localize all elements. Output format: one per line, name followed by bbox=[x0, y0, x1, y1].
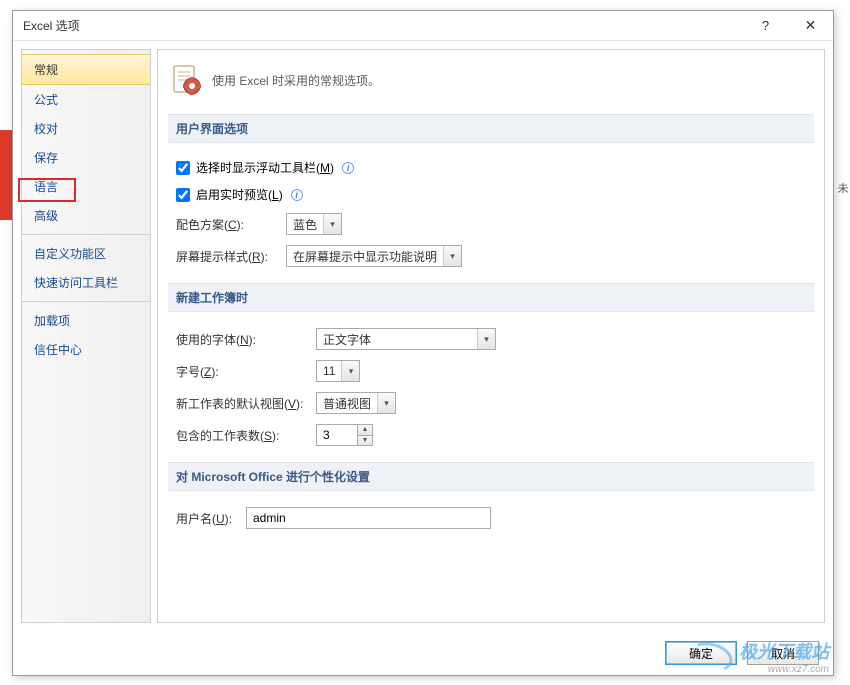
section-new-workbook: 使用的字体(N): 正文字体 ▾ 字号(Z): 11 ▾ 新工作表的默认视图(V… bbox=[168, 320, 814, 454]
color-scheme-row: 配色方案(C): 蓝色 ▾ bbox=[176, 213, 806, 235]
color-scheme-value: 蓝色 bbox=[287, 216, 323, 233]
options-icon bbox=[170, 64, 202, 96]
help-button[interactable]: ? bbox=[743, 11, 788, 41]
font-label: 使用的字体(N): bbox=[176, 331, 306, 348]
close-button[interactable]: ✕ bbox=[788, 11, 833, 41]
default-view-combo[interactable]: 普通视图 ▾ bbox=[316, 392, 396, 414]
dialog-body: 常规 公式 校对 保存 语言 高级 自定义功能区 快速访问工具栏 加载项 信任中… bbox=[13, 41, 833, 631]
chevron-down-icon[interactable]: ▾ bbox=[341, 361, 359, 381]
dialog-footer: 确定 取消 极光下载站 www.xz7.com bbox=[13, 631, 833, 675]
sidebar-item-general[interactable]: 常规 bbox=[22, 54, 150, 85]
font-size-combo[interactable]: 11 ▾ bbox=[316, 360, 360, 382]
info-icon[interactable]: i bbox=[342, 162, 354, 174]
titlebar: Excel 选项 ? ✕ bbox=[13, 11, 833, 41]
chevron-down-icon[interactable]: ▾ bbox=[323, 214, 341, 234]
sheet-count-input[interactable] bbox=[316, 424, 358, 446]
sidebar-item-quick-access[interactable]: 快速访问工具栏 bbox=[22, 268, 150, 297]
sidebar-item-proofing[interactable]: 校对 bbox=[22, 114, 150, 143]
screentip-label: 屏幕提示样式(R): bbox=[176, 248, 276, 265]
default-view-label: 新工作表的默认视图(V): bbox=[176, 395, 306, 412]
font-size-value: 11 bbox=[317, 364, 341, 378]
sheet-count-spinner[interactable]: ▲ ▼ bbox=[316, 424, 373, 446]
mini-toolbar-row: 选择时显示浮动工具栏(M) i bbox=[176, 159, 806, 176]
live-preview-checkbox[interactable] bbox=[176, 188, 190, 202]
screentip-row: 屏幕提示样式(R): 在屏幕提示中显示功能说明 ▾ bbox=[176, 245, 806, 267]
content-header-text: 使用 Excel 时采用的常规选项。 bbox=[212, 72, 380, 89]
cancel-button[interactable]: 取消 bbox=[747, 641, 819, 665]
sidebar-item-formulas[interactable]: 公式 bbox=[22, 85, 150, 114]
section-personalize: 用户名(U): bbox=[168, 499, 814, 537]
sidebar-item-save[interactable]: 保存 bbox=[22, 143, 150, 172]
username-row: 用户名(U): bbox=[176, 507, 806, 529]
chevron-down-icon[interactable]: ▾ bbox=[477, 329, 495, 349]
default-view-row: 新工作表的默认视图(V): 普通视图 ▾ bbox=[176, 392, 806, 414]
mini-toolbar-label[interactable]: 选择时显示浮动工具栏(M) bbox=[196, 159, 334, 176]
window-title: Excel 选项 bbox=[23, 17, 743, 34]
sidebar-item-addins[interactable]: 加载项 bbox=[22, 306, 150, 335]
username-input[interactable] bbox=[246, 507, 491, 529]
live-preview-row: 启用实时预览(L) i bbox=[176, 186, 806, 203]
section-ui-options-title: 用户界面选项 bbox=[168, 114, 814, 143]
sidebar-item-customize-ribbon[interactable]: 自定义功能区 bbox=[22, 239, 150, 268]
content-header: 使用 Excel 时采用的常规选项。 bbox=[168, 60, 814, 106]
sheet-count-row: 包含的工作表数(S): ▲ ▼ bbox=[176, 424, 806, 446]
spinner-down-icon[interactable]: ▼ bbox=[357, 435, 373, 447]
sidebar-item-trust-center[interactable]: 信任中心 bbox=[22, 335, 150, 364]
sidebar-divider bbox=[22, 234, 150, 235]
chevron-down-icon[interactable]: ▾ bbox=[443, 246, 461, 266]
screentip-combo[interactable]: 在屏幕提示中显示功能说明 ▾ bbox=[286, 245, 462, 267]
sheet-count-label: 包含的工作表数(S): bbox=[176, 427, 306, 444]
font-size-row: 字号(Z): 11 ▾ bbox=[176, 360, 806, 382]
color-scheme-combo[interactable]: 蓝色 ▾ bbox=[286, 213, 342, 235]
background-column-label: 未 bbox=[836, 180, 850, 196]
sidebar: 常规 公式 校对 保存 语言 高级 自定义功能区 快速访问工具栏 加载项 信任中… bbox=[21, 49, 151, 623]
default-view-value: 普通视图 bbox=[317, 395, 377, 412]
spinner-up-icon[interactable]: ▲ bbox=[357, 424, 373, 435]
section-new-workbook-title: 新建工作簿时 bbox=[168, 283, 814, 312]
font-value: 正文字体 bbox=[317, 331, 477, 348]
chevron-down-icon[interactable]: ▾ bbox=[377, 393, 395, 413]
info-icon-2[interactable]: i bbox=[291, 189, 303, 201]
watermark-sub: www.xz7.com bbox=[739, 664, 829, 675]
live-preview-label[interactable]: 启用实时预览(L) bbox=[196, 186, 283, 203]
ok-button[interactable]: 确定 bbox=[665, 641, 737, 665]
sidebar-item-language[interactable]: 语言 bbox=[22, 172, 150, 201]
font-row: 使用的字体(N): 正文字体 ▾ bbox=[176, 328, 806, 350]
username-label: 用户名(U): bbox=[176, 510, 236, 527]
excel-options-dialog: Excel 选项 ? ✕ 常规 公式 校对 保存 语言 高级 自定义功能区 快速… bbox=[12, 10, 834, 676]
sidebar-divider-2 bbox=[22, 301, 150, 302]
mini-toolbar-checkbox[interactable] bbox=[176, 161, 190, 175]
section-ui-options: 选择时显示浮动工具栏(M) i 启用实时预览(L) i 配色方案(C): 蓝色 … bbox=[168, 151, 814, 275]
content-panel: 使用 Excel 时采用的常规选项。 用户界面选项 选择时显示浮动工具栏(M) … bbox=[157, 49, 825, 623]
font-combo[interactable]: 正文字体 ▾ bbox=[316, 328, 496, 350]
color-scheme-label: 配色方案(C): bbox=[176, 216, 276, 233]
sidebar-item-advanced[interactable]: 高级 bbox=[22, 201, 150, 230]
font-size-label: 字号(Z): bbox=[176, 363, 306, 380]
screentip-value: 在屏幕提示中显示功能说明 bbox=[287, 248, 443, 265]
titlebar-buttons: ? ✕ bbox=[743, 11, 833, 41]
background-stripe bbox=[0, 130, 12, 220]
section-personalize-title: 对 Microsoft Office 进行个性化设置 bbox=[168, 462, 814, 491]
